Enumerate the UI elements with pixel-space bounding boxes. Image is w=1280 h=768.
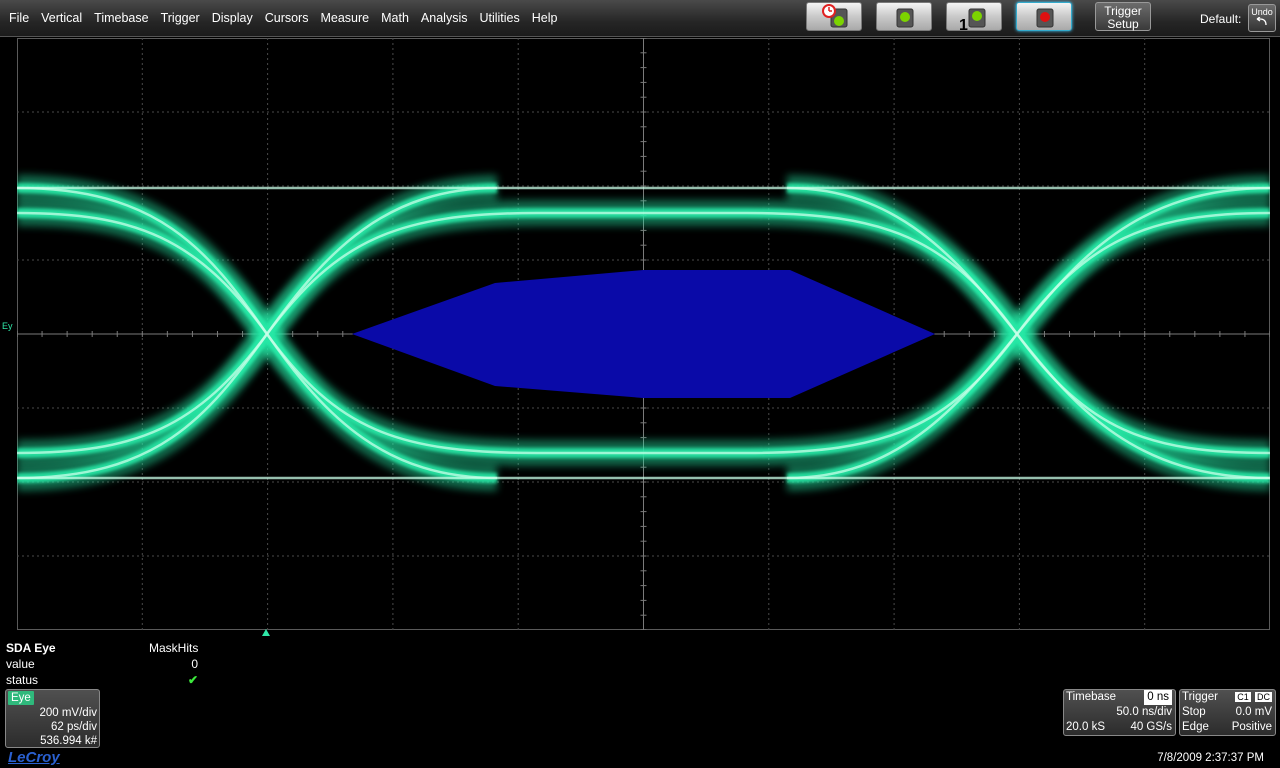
brand-logo: LeCroy xyxy=(8,749,60,766)
trigger-mode: Stop xyxy=(1182,706,1206,718)
trigger-setup-label-2: Setup xyxy=(1107,17,1139,31)
status-check-icon: ✔ xyxy=(187,673,198,687)
timebase-samples: 20.0 kS xyxy=(1066,721,1105,733)
eye-channel-descriptor[interactable]: Eye 200 mV/div 62 ps/div 536.994 k# xyxy=(5,689,100,748)
undo-label: Undo xyxy=(1251,7,1273,17)
undo-arrow-icon xyxy=(1256,16,1267,26)
measurement-row-value: value 0 xyxy=(0,656,210,672)
single-trigger-button[interactable]: 1 xyxy=(946,2,1002,32)
row-label: status xyxy=(6,673,39,687)
eye-vertical-scale: 200 mV/div xyxy=(39,707,97,719)
maskhits-value: 0 xyxy=(191,657,198,671)
trigger-setup-button[interactable]: Trigger Setup xyxy=(1095,2,1151,31)
menu-analysis[interactable]: Analysis xyxy=(415,0,474,36)
trigger-level: 0.0 mV xyxy=(1235,706,1272,718)
eye-channel-tag: Eye xyxy=(8,691,34,705)
measurement-row-status: status ✔ xyxy=(0,672,210,688)
row-label: value xyxy=(6,657,35,671)
eye-acquisition-count: 536.994 k# xyxy=(40,735,97,747)
stop-light-icon xyxy=(1036,8,1054,28)
measurement-header-row: SDA Eye MaskHits xyxy=(0,640,210,656)
default-label: Default: xyxy=(1200,12,1242,26)
timebase-title: Timebase xyxy=(1066,691,1117,703)
trigger-type: Edge xyxy=(1182,721,1209,733)
menu-utilities[interactable]: Utilities xyxy=(473,0,525,36)
menu-measure[interactable]: Measure xyxy=(314,0,375,36)
eye-mask-polygon xyxy=(352,270,935,398)
channel-marker: Ey xyxy=(2,321,13,331)
normal-trigger-button[interactable] xyxy=(876,2,932,31)
waveform-grid[interactable] xyxy=(17,38,1270,630)
timebase-scale: 50.0 ns/div xyxy=(1116,706,1172,718)
timebase-rate: 40 GS/s xyxy=(1130,721,1172,733)
eye-horizontal-scale: 62 ps/div xyxy=(50,721,97,733)
single-shot-icon: 1 xyxy=(959,8,986,32)
stop-button[interactable] xyxy=(1016,2,1072,31)
timebase-delay: 0 ns xyxy=(1144,690,1172,705)
menu-cursors[interactable]: Cursors xyxy=(259,0,315,36)
auto-trigger-button[interactable] xyxy=(806,2,862,31)
trigger-position-marker[interactable] xyxy=(262,629,270,636)
measurement-column-header[interactable]: MaskHits xyxy=(149,640,198,656)
trigger-channel-badge: C1 xyxy=(1235,692,1251,702)
menu-help[interactable]: Help xyxy=(526,0,564,36)
timebase-descriptor[interactable]: Timebase 0 ns 50.0 ns/div 20.0 kS 40 GS/… xyxy=(1063,689,1176,736)
alarm-clock-icon xyxy=(822,4,848,28)
measurement-table: SDA Eye MaskHits value 0 status ✔ xyxy=(0,640,210,688)
menu-bar: File Vertical Timebase Trigger Display C… xyxy=(0,0,1280,37)
trigger-title: Trigger xyxy=(1182,691,1218,703)
date-time: 7/8/2009 2:37:37 PM xyxy=(1157,752,1264,764)
menu-list: File Vertical Timebase Trigger Display C… xyxy=(0,0,563,36)
trigger-descriptor[interactable]: Trigger C1 DC Stop 0.0 mV Edge Positive xyxy=(1179,689,1276,736)
menu-math[interactable]: Math xyxy=(375,0,415,36)
trigger-coupling-badge: DC xyxy=(1255,692,1272,702)
menu-display[interactable]: Display xyxy=(206,0,259,36)
menu-trigger[interactable]: Trigger xyxy=(155,0,206,36)
traffic-light-icon xyxy=(896,8,914,28)
menu-file[interactable]: File xyxy=(0,0,35,36)
undo-button[interactable]: Undo xyxy=(1248,4,1276,32)
eye-diagram-display xyxy=(17,38,1270,630)
menu-timebase[interactable]: Timebase xyxy=(88,0,154,36)
trigger-slope: Positive xyxy=(1231,721,1272,733)
menu-vertical[interactable]: Vertical xyxy=(35,0,88,36)
measurement-title[interactable]: SDA Eye xyxy=(6,640,56,656)
svg-text:1: 1 xyxy=(959,17,968,32)
